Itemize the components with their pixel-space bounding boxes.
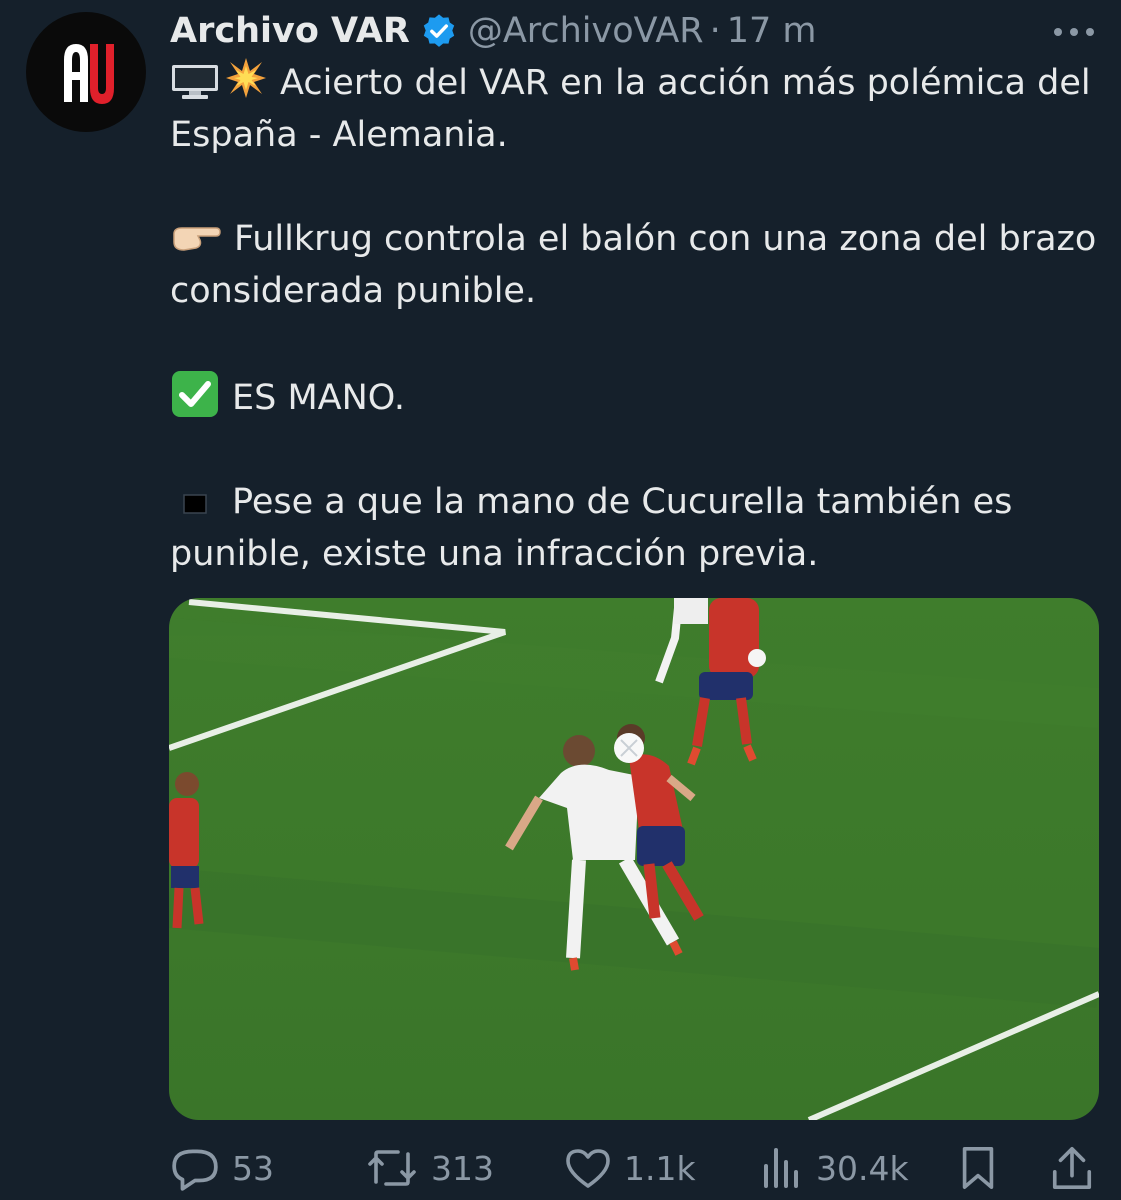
desktop-computer-icon: [172, 65, 218, 99]
more-options-button[interactable]: [1049, 12, 1099, 52]
archivo-var-logo-icon: [64, 44, 114, 104]
tweet-paragraph-2-text: Fullkrug controla el balón con una zona …: [170, 219, 1097, 311]
header-separator: ·: [709, 11, 721, 51]
tweet-text: Acierto del VAR en la acción más polémic…: [170, 56, 1100, 580]
tweet-header: Archivo VAR @ArchivoVAR · 17 m: [170, 6, 817, 56]
views-button[interactable]: 30.4k: [760, 1140, 909, 1196]
reply-count: 53: [232, 1148, 274, 1188]
like-button[interactable]: 1.1k: [564, 1140, 696, 1196]
tweet-paragraph-4: Pese a que la mano de Cucurella también …: [170, 476, 1100, 580]
views-count: 30.4k: [816, 1148, 909, 1188]
verified-badge-icon: [423, 14, 455, 47]
tweet-paragraph-3-text: ES MANO.: [232, 378, 406, 418]
author-avatar[interactable]: [26, 12, 146, 132]
tweet-paragraph-4-text: Pese a que la mano de Cucurella también …: [170, 482, 1013, 574]
football-match-photo-icon: [169, 598, 1099, 1120]
share-icon: [1052, 1147, 1092, 1189]
collision-icon: [226, 58, 266, 98]
tweet[interactable]: Archivo VAR @ArchivoVAR · 17 m Acierto d: [0, 0, 1121, 1200]
heart-icon: [566, 1149, 610, 1188]
author-handle[interactable]: @ArchivoVAR: [468, 11, 704, 51]
black-square-icon: [183, 494, 207, 514]
reply-icon: [172, 1149, 218, 1191]
retweet-count: 313: [431, 1148, 494, 1188]
check-mark-button-icon: [172, 371, 218, 417]
bookmark-icon: [962, 1147, 994, 1189]
author-name[interactable]: Archivo VAR: [170, 11, 410, 51]
tweet-media-photo[interactable]: [169, 598, 1099, 1120]
more-dots-icon: [1054, 28, 1094, 36]
like-count: 1.1k: [624, 1148, 696, 1188]
reply-button[interactable]: 53: [170, 1140, 274, 1196]
tweet-paragraph-3: ES MANO.: [170, 369, 1100, 424]
tweet-paragraph-1: Acierto del VAR en la acción más polémic…: [170, 56, 1100, 161]
pointing-right-icon: [173, 227, 221, 251]
share-button[interactable]: [1050, 1140, 1106, 1196]
retweet-icon: [368, 1150, 416, 1186]
views-chart-icon: [764, 1148, 798, 1188]
tweet-timestamp[interactable]: 17 m: [727, 11, 817, 51]
retweet-button[interactable]: 313: [365, 1140, 494, 1196]
bookmark-button[interactable]: [958, 1140, 1010, 1196]
tweet-paragraph-2: Fullkrug controla el balón con una zona …: [170, 213, 1100, 317]
tweet-actions-bar: 53 313 1.1k 30.4k: [170, 1140, 1100, 1196]
tweet-paragraph-1-text: Acierto del VAR en la acción más polémic…: [170, 63, 1091, 155]
